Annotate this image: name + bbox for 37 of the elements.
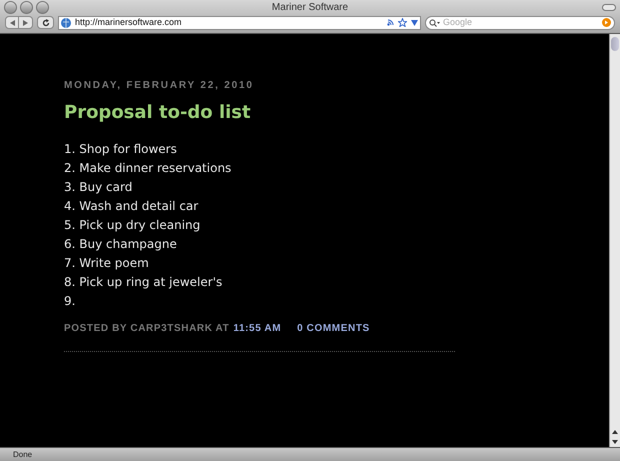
post-date: MONDAY, FEBRUARY 22, 2010 [64, 79, 255, 93]
forward-icon [23, 20, 28, 26]
list-item: 8. Pick up ring at jeweler's [64, 274, 224, 291]
close-button[interactable] [4, 0, 17, 14]
forward-button[interactable] [19, 16, 33, 29]
scroll-thumb[interactable] [611, 37, 619, 51]
window-title: Mariner Software [270, 0, 350, 14]
toolbar-toggle-button[interactable] [602, 4, 616, 10]
list-item: 2. Make dinner reservations [64, 160, 232, 177]
list-item: 3. Buy card [64, 179, 134, 196]
rss-icon[interactable] [387, 19, 394, 26]
back-button[interactable] [5, 16, 19, 29]
address-field[interactable]: http://marinersoftware.com [58, 16, 421, 30]
reload-icon [42, 18, 50, 26]
search-input[interactable]: Google [443, 16, 599, 30]
list-item: 6. Buy champagne [64, 236, 178, 253]
scrollbar[interactable] [609, 34, 620, 447]
post-time-link[interactable]: 11:55 AM [233, 321, 282, 336]
list-item: 1. Shop for flowers [64, 141, 178, 158]
comments-link[interactable]: 0 COMMENTS [297, 321, 370, 336]
post-title[interactable]: Proposal to-do list [64, 99, 609, 126]
status-text: Done [13, 448, 32, 460]
list-item: 5. Pick up dry cleaning [64, 217, 202, 234]
url-text: http://marinersoftware.com [75, 16, 183, 29]
list-item: 9. [64, 293, 76, 310]
posted-by-text: POSTED BY CARP3TSHARK AT [64, 322, 230, 336]
reload-button[interactable] [37, 16, 54, 29]
list-item: 4. Wash and detail car [64, 198, 200, 215]
search-icon [429, 18, 440, 26]
globe-icon [61, 18, 71, 28]
search-field[interactable]: Google [425, 16, 615, 30]
list-item: 7. Write poem [64, 255, 150, 272]
snapback-icon[interactable] [602, 18, 611, 27]
back-icon [10, 20, 14, 26]
dropdown-icon[interactable] [411, 20, 418, 26]
minimize-button[interactable] [20, 0, 33, 14]
star-icon[interactable] [398, 18, 407, 27]
